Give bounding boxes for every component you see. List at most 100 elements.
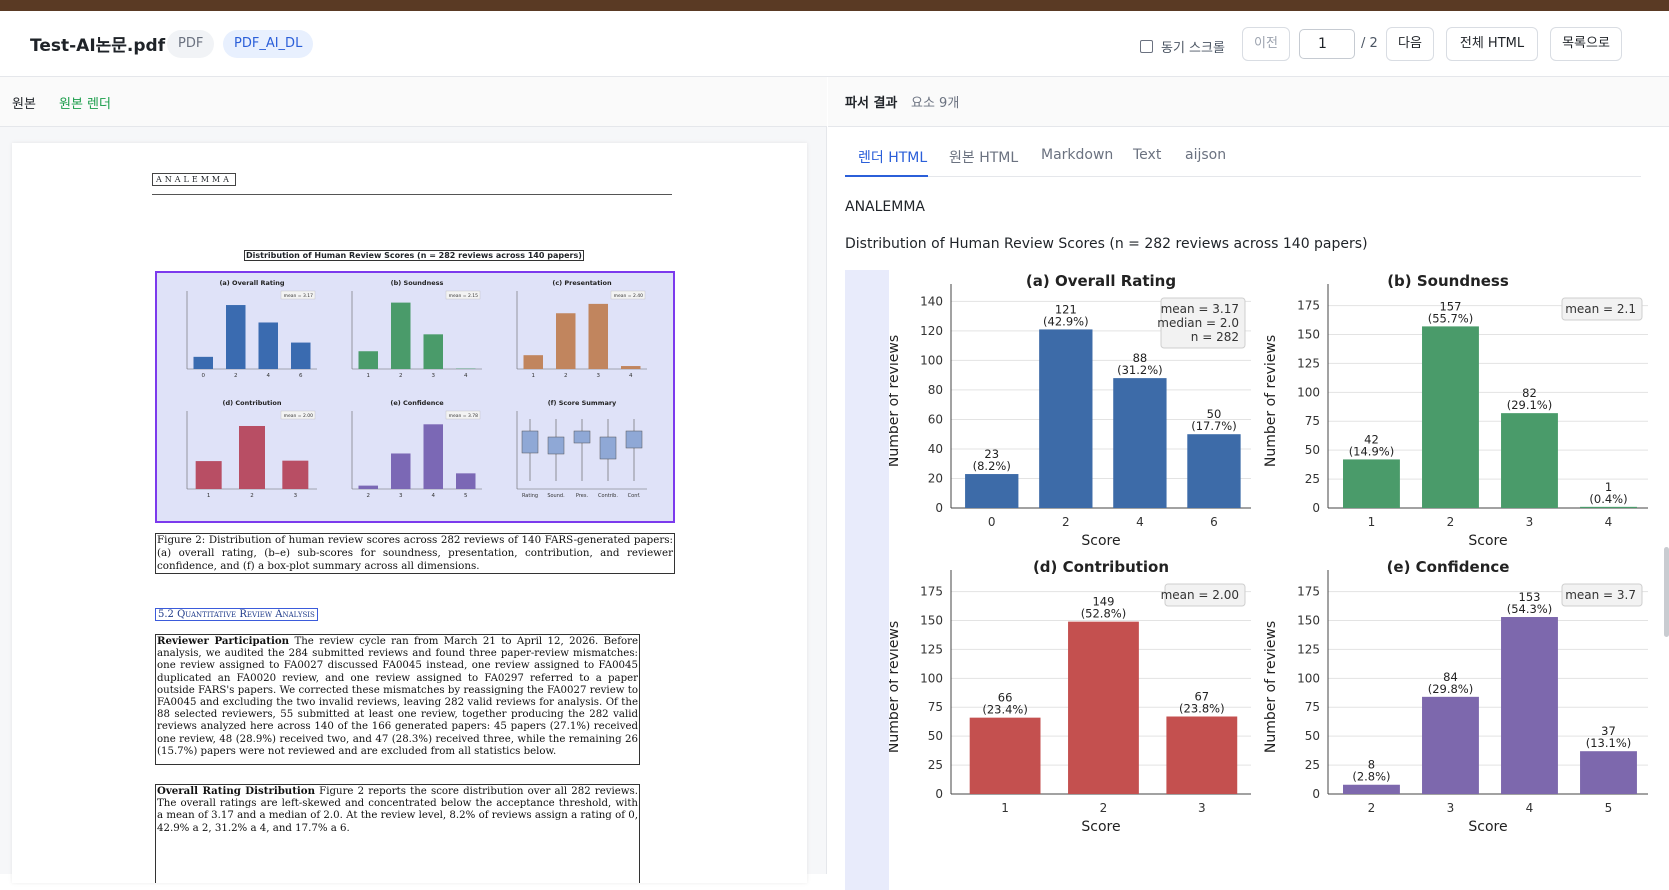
paragraph-1-heading: Reviewer Participation [157, 635, 289, 647]
y-tick-label: 0 [935, 787, 943, 801]
mini-x-tick: 1 [207, 493, 211, 499]
x-axis-label: Score [1081, 533, 1120, 549]
sync-scroll-toggle[interactable]: 동기 스크롤 [1140, 37, 1225, 56]
bar-percent-label: (29.8%) [1428, 682, 1474, 696]
tab-aijson[interactable]: aijson [1185, 147, 1226, 163]
mini-x-tick: 2 [399, 373, 403, 379]
mini-bar [556, 313, 576, 369]
chart-2: (d) Contribution025507510012515017566(23… [886, 558, 1251, 835]
mini-x-tick: 5 [464, 493, 468, 499]
mini-stat-text: mean = 2.15 [449, 293, 479, 299]
figure-title-block[interactable]: Distribution of Human Review Scores (n =… [244, 250, 584, 261]
mini-bar [226, 305, 246, 369]
x-tick-label: 4 [1136, 515, 1144, 529]
bar-percent-label: (17.7%) [1191, 419, 1237, 433]
tab-text[interactable]: Text [1133, 147, 1161, 163]
stat-text: mean = 3.7 [1565, 588, 1636, 602]
mini-x-tick: Conf. [628, 493, 641, 499]
chart-1: (b) Soundness025507510012515017542(14.9%… [1263, 272, 1648, 549]
stat-text: mean = 3.17 [1161, 302, 1239, 316]
original-render-tab[interactable]: 원본 렌더 [59, 93, 111, 112]
y-tick-label: 125 [1297, 642, 1320, 656]
stat-text: median = 2.0 [1157, 316, 1239, 330]
section-heading-block[interactable]: 5.2 Quantitative Review Analysis [155, 608, 318, 621]
active-tab-indicator [845, 175, 928, 177]
x-tick-label: 2 [1062, 515, 1070, 529]
tab-original-html[interactable]: 원본 HTML [949, 147, 1018, 167]
mini-chart-5: (f) Score SummaryRatingSound.Pres.Contri… [517, 399, 647, 499]
original-panel-header: 원본 원본 렌더 [0, 77, 827, 127]
back-to-list-button[interactable]: 목록으로 [1550, 27, 1622, 61]
y-tick-label: 100 [920, 671, 943, 685]
caption-block[interactable]: Figure 2: Distribution of human review s… [155, 533, 675, 574]
x-tick-label: 2 [1368, 801, 1376, 815]
bar [1343, 459, 1400, 508]
stat-text: n = 282 [1191, 330, 1239, 344]
mini-chart-title: (f) Score Summary [548, 399, 617, 407]
bar-percent-label: (55.7%) [1428, 311, 1474, 325]
bar-percent-label: (54.3%) [1507, 602, 1553, 616]
sync-scroll-label: 동기 스크롤 [1161, 37, 1225, 56]
figure-thumbnail: (a) Overall Rating0246mean = 3.17(b) Sou… [157, 273, 673, 521]
x-tick-label: 4 [1605, 515, 1613, 529]
mini-x-tick: 1 [367, 373, 371, 379]
result-scrollbar[interactable] [1664, 547, 1669, 637]
mini-chart-2: (c) Presentation1234mean = 2.40 [517, 279, 647, 379]
window-top-strip [0, 0, 1669, 11]
mini-x-tick: 4 [464, 373, 468, 379]
bar-percent-label: (8.2%) [973, 459, 1011, 473]
y-tick-label: 175 [1297, 299, 1320, 313]
tab-render-html[interactable]: 렌더 HTML [858, 147, 927, 167]
viewer-header: Test-AI논문.pdf PDF PDF_AI_DL 동기 스크롤 이전 1 … [0, 11, 1669, 77]
x-tick-label: 2 [1100, 801, 1108, 815]
x-axis-label: Score [1468, 533, 1507, 549]
bar [1187, 434, 1240, 508]
x-tick-label: 3 [1526, 515, 1534, 529]
mini-stat-text: mean = 2.40 [614, 293, 644, 299]
mini-chart-0: (a) Overall Rating0246mean = 3.17 [187, 279, 317, 379]
y-tick-label: 40 [928, 442, 943, 456]
mini-bar [391, 453, 411, 489]
page-number-input[interactable]: 1 [1299, 29, 1355, 59]
figure-highlight-strip [845, 270, 889, 890]
mini-bar [359, 486, 379, 489]
y-tick-label: 125 [1297, 356, 1320, 370]
paragraph-block-1[interactable]: Reviewer Participation The review cycle … [155, 634, 640, 765]
stat-text: mean = 2.00 [1161, 588, 1239, 602]
y-tick-label: 150 [1297, 327, 1320, 341]
bar [1068, 622, 1139, 794]
parser-result-label: 파서 결과 [845, 92, 897, 111]
full-html-button[interactable]: 전체 HTML [1446, 27, 1538, 61]
mini-bar [524, 355, 544, 369]
mini-x-tick: 2 [234, 373, 238, 379]
paragraph-block-2[interactable]: Overall Rating Distribution Figure 2 rep… [155, 784, 640, 883]
bar-percent-label: (23.4%) [982, 703, 1028, 717]
x-tick-label: 1 [1001, 801, 1009, 815]
y-tick-label: 175 [1297, 585, 1320, 599]
next-page-button[interactable]: 다음 [1386, 27, 1434, 61]
paper-logo: ANALEMMA [152, 173, 236, 186]
x-tick-label: 6 [1210, 515, 1218, 529]
x-axis-label: Score [1081, 819, 1120, 835]
y-tick-label: 125 [920, 642, 943, 656]
mini-x-tick: 4 [629, 373, 633, 379]
paragraph-2-heading: Overall Rating Distribution [157, 785, 315, 797]
mini-chart-3: (d) Contribution123mean = 2.00 [187, 399, 317, 499]
mini-x-tick: 3 [294, 493, 298, 499]
chart-title: (e) Confidence [1387, 558, 1510, 576]
tab-markdown[interactable]: Markdown [1041, 147, 1113, 163]
x-tick-label: 4 [1526, 801, 1534, 815]
figure-block[interactable]: (a) Overall Rating0246mean = 3.17(b) Sou… [155, 271, 675, 523]
y-tick-label: 25 [1305, 758, 1320, 772]
page-total: / 2 [1361, 36, 1378, 51]
y-tick-label: 75 [928, 700, 943, 714]
bar-percent-label: (29.1%) [1507, 398, 1553, 412]
mini-bar [456, 473, 476, 489]
prev-page-button[interactable]: 이전 [1242, 27, 1290, 61]
mini-stat-text: mean = 2.00 [284, 413, 314, 419]
mini-x-tick: 3 [597, 373, 601, 379]
bar [1580, 751, 1637, 794]
y-tick-label: 150 [920, 613, 943, 627]
sync-scroll-checkbox[interactable] [1140, 40, 1153, 53]
pdf-page[interactable]: ANALEMMA Distribution of Human Review Sc… [12, 143, 807, 883]
